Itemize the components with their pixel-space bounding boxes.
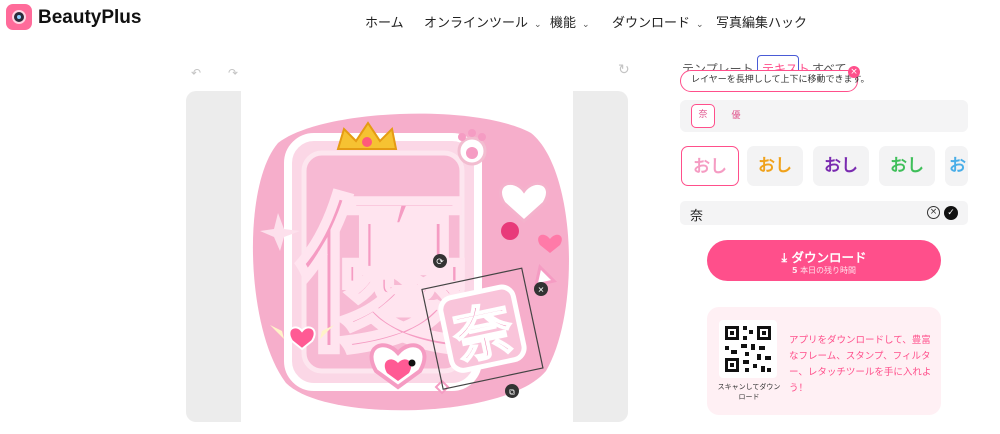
remaining-count: 5 <box>791 266 798 275</box>
rotate-handle-icon: ⟳ <box>433 254 447 268</box>
chevron-down-icon: ⌄ <box>534 20 542 30</box>
text-input-value[interactable]: 奈 <box>690 205 703 224</box>
nav-home[interactable]: ホーム <box>365 12 404 31</box>
undo-icon[interactable]: ↶ <box>191 66 201 80</box>
confirm-icon[interactable]: ✓ <box>944 206 958 220</box>
canvas-area[interactable]: 優 奈 ⟳ ✕ ⧉ <box>186 91 628 422</box>
text-style-orange[interactable]: おし <box>747 146 803 186</box>
anchor-point <box>408 359 416 367</box>
promo-text: アプリをダウンロードして、豊富なフレーム、スタンプ、フィルター、レタッチツールを… <box>789 335 932 394</box>
heart-charm <box>501 222 519 240</box>
reset-icon[interactable]: ↻ <box>618 62 630 78</box>
qr-code-icon <box>723 324 773 374</box>
nav-online-tools[interactable]: オンラインツール ⌄ <box>424 12 542 31</box>
svg-text:⟳: ⟳ <box>436 258 444 268</box>
beautyplus-logo-icon[interactable] <box>6 4 32 30</box>
text-style-blue[interactable]: おし <box>945 146 968 186</box>
chevron-down-icon: ⌄ <box>582 20 590 30</box>
tooltip-close-icon[interactable]: × <box>848 66 860 78</box>
layer-chip[interactable]: 優 <box>724 104 748 128</box>
text-style-green[interactable]: おし <box>879 146 935 186</box>
artwork[interactable]: 優 奈 ⟳ ✕ ⧉ <box>186 91 628 422</box>
download-label: ダウンロード <box>791 250 867 265</box>
paw-sticker <box>457 129 487 166</box>
download-button[interactable]: ⤓ ダウンロード 5 本日の残り時間 <box>707 240 941 281</box>
text-input[interactable] <box>680 201 968 225</box>
svg-text:✕: ✕ <box>538 286 545 295</box>
qr-code <box>719 320 777 378</box>
download-icon: ⤓ <box>781 250 788 265</box>
chevron-down-icon: ⌄ <box>696 20 704 30</box>
layer-chip-selected[interactable]: 奈 <box>691 104 715 128</box>
text-style-pink[interactable]: おし <box>681 146 739 186</box>
text-style-purple[interactable]: おし <box>813 146 869 186</box>
nav-features[interactable]: 機能 ⌄ <box>550 12 590 31</box>
duplicate-handle-icon: ⧉ <box>505 384 519 398</box>
nav-download[interactable]: ダウンロード ⌄ <box>612 12 704 31</box>
qr-caption: スキャンしてダウンロード <box>717 383 781 401</box>
svg-text:⧉: ⧉ <box>509 388 515 397</box>
nav-photo-edit-hacks[interactable]: 写真編集ハック <box>716 12 807 31</box>
remaining-label: 本日の残り時間 <box>800 266 857 275</box>
brand-name[interactable]: BeautyPlus <box>38 7 141 29</box>
clear-icon[interactable]: × <box>927 206 940 219</box>
redo-icon[interactable]: ↷ <box>228 66 238 80</box>
layer-tooltip: レイヤーを長押しして上下に移動できます。 <box>680 70 870 92</box>
delete-handle-icon: ✕ <box>534 282 548 296</box>
